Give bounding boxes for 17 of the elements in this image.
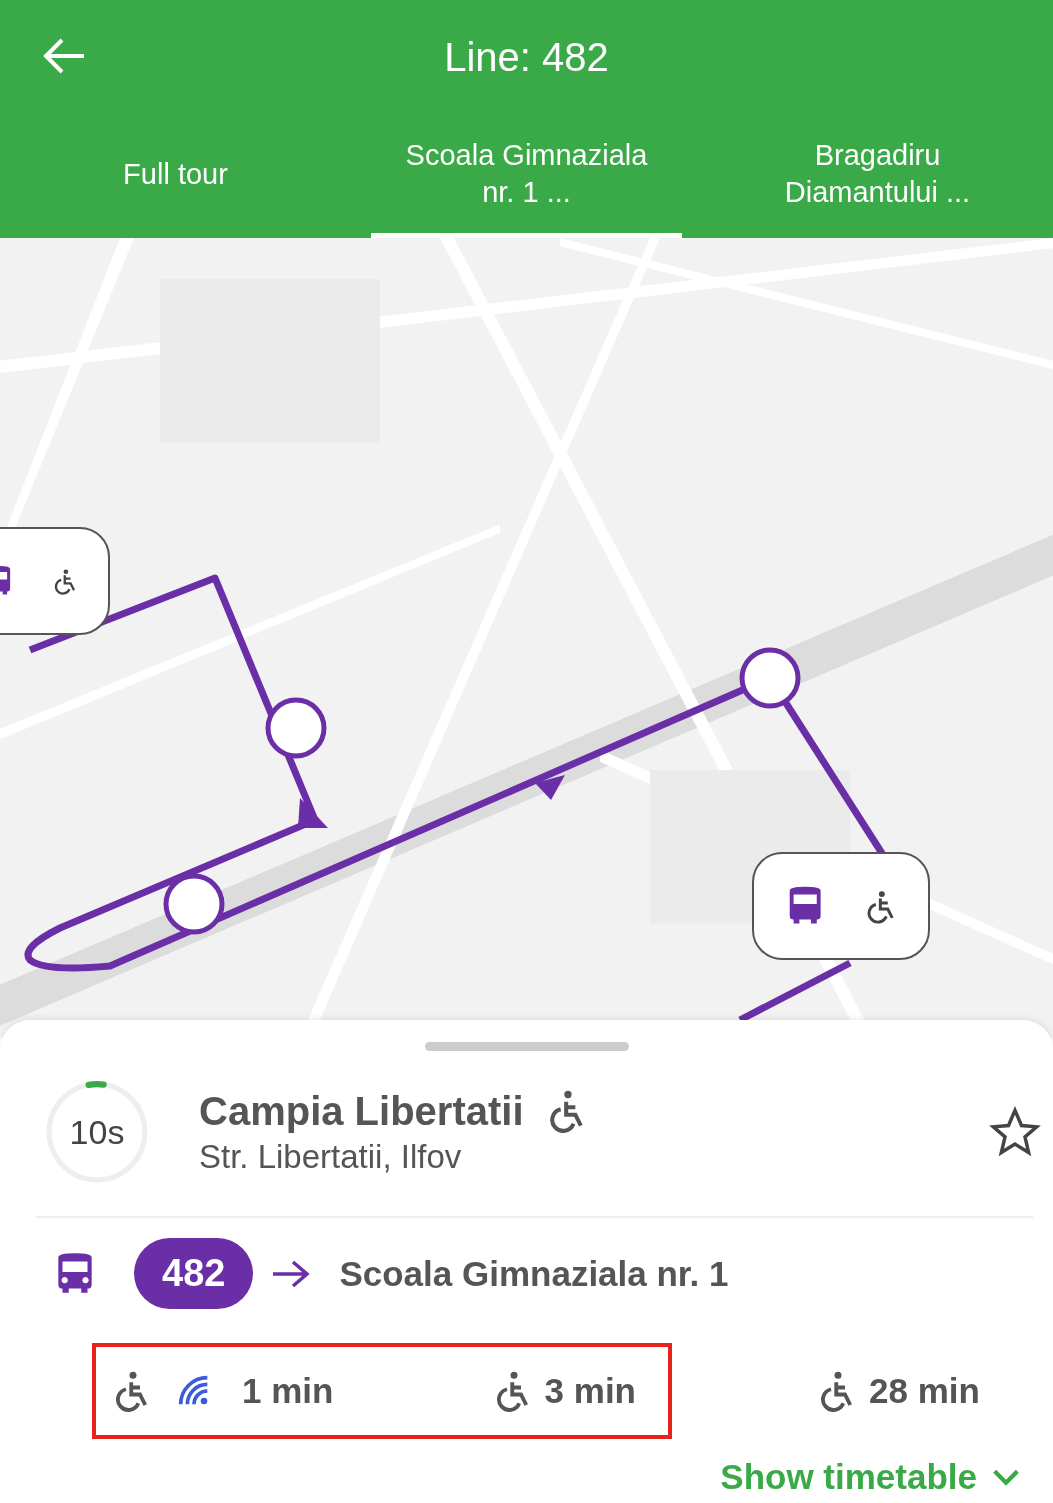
favorite-star-icon[interactable] xyxy=(989,1106,1041,1158)
line-number-badge: 482 xyxy=(134,1238,254,1309)
screen-title: Line: 482 xyxy=(443,35,610,80)
direction-tab[interactable]: Full tour xyxy=(20,115,331,238)
show-timetable-link[interactable]: Show timetable xyxy=(720,1457,977,1497)
destination-label: Scoala Gimnaziala nr. 1 xyxy=(339,1253,729,1294)
arrival-time: 3 min xyxy=(544,1371,636,1411)
arrival-time: 1 min xyxy=(242,1371,334,1411)
back-arrow-icon[interactable] xyxy=(42,38,86,74)
stop-address: Str. Libertatii, Ilfov xyxy=(199,1137,463,1176)
bus-stop-marker[interactable] xyxy=(752,852,930,960)
arrow-right-icon xyxy=(271,1258,312,1289)
stop-name: Campia Libertatii xyxy=(199,1088,524,1134)
drag-handle[interactable] xyxy=(424,1042,629,1051)
direction-tab[interactable]: Bragadiru Diamantului ... xyxy=(722,115,1033,238)
arrival-time: 28 min xyxy=(869,1371,980,1411)
countdown-label: 10s xyxy=(69,1112,125,1152)
